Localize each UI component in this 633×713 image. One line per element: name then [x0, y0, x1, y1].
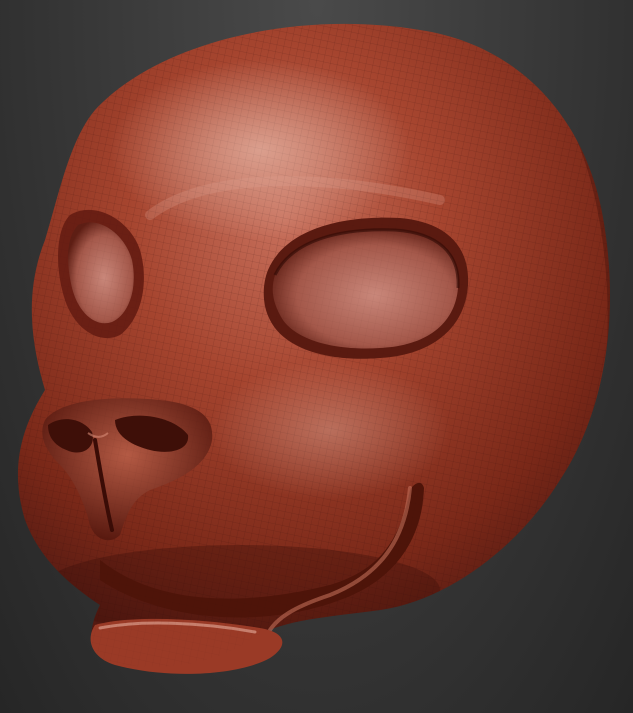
clay-head-icon: [17, 23, 610, 674]
lower-lip: [17, 23, 610, 674]
sculpt-viewport[interactable]: [0, 0, 633, 713]
